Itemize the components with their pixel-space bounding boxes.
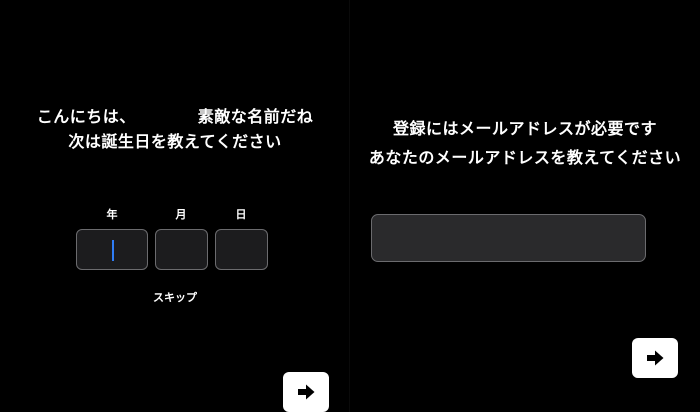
year-input[interactable] [76,229,148,270]
arrow-right-icon [647,350,664,366]
email-input[interactable] [371,214,646,262]
day-label: 日 [235,208,247,221]
greeting-line-2: 次は誕生日を教えてください [68,132,282,151]
greeting-prefix: こんにちは、 [36,107,136,126]
email-next-button[interactable] [632,338,678,378]
greeting-line-1: こんにちは、 素敵な名前だね [0,104,350,129]
email-prompt-line-1: 登録にはメールアドレスが必要です [392,119,657,138]
birthday-screen: こんにちは、 素敵な名前だね 次は誕生日を教えてください 年 月 日 スキップ [0,0,350,412]
email-prompt-line-2: あなたのメールアドレスを教えてください [368,148,682,167]
email-prompt: 登録にはメールアドレスが必要です あなたのメールアドレスを教えてください [350,114,700,172]
year-label: 年 [106,208,118,221]
birthday-greeting: こんにちは、 素敵な名前だね 次は誕生日を教えてください [0,104,350,154]
user-name-placeholder [136,104,198,129]
day-input[interactable] [215,229,268,270]
month-input[interactable] [155,229,208,270]
birthday-next-button[interactable] [283,372,329,412]
skip-button[interactable]: スキップ [0,289,350,305]
onboarding-stage: こんにちは、 素敵な名前だね 次は誕生日を教えてください 年 月 日 スキップ [0,0,700,412]
arrow-right-icon [298,384,315,400]
date-labels: 年 月 日 [0,206,350,222]
text-caret [112,240,114,261]
month-label: 月 [175,208,187,221]
greeting-suffix: 素敵な名前だね [197,107,314,126]
